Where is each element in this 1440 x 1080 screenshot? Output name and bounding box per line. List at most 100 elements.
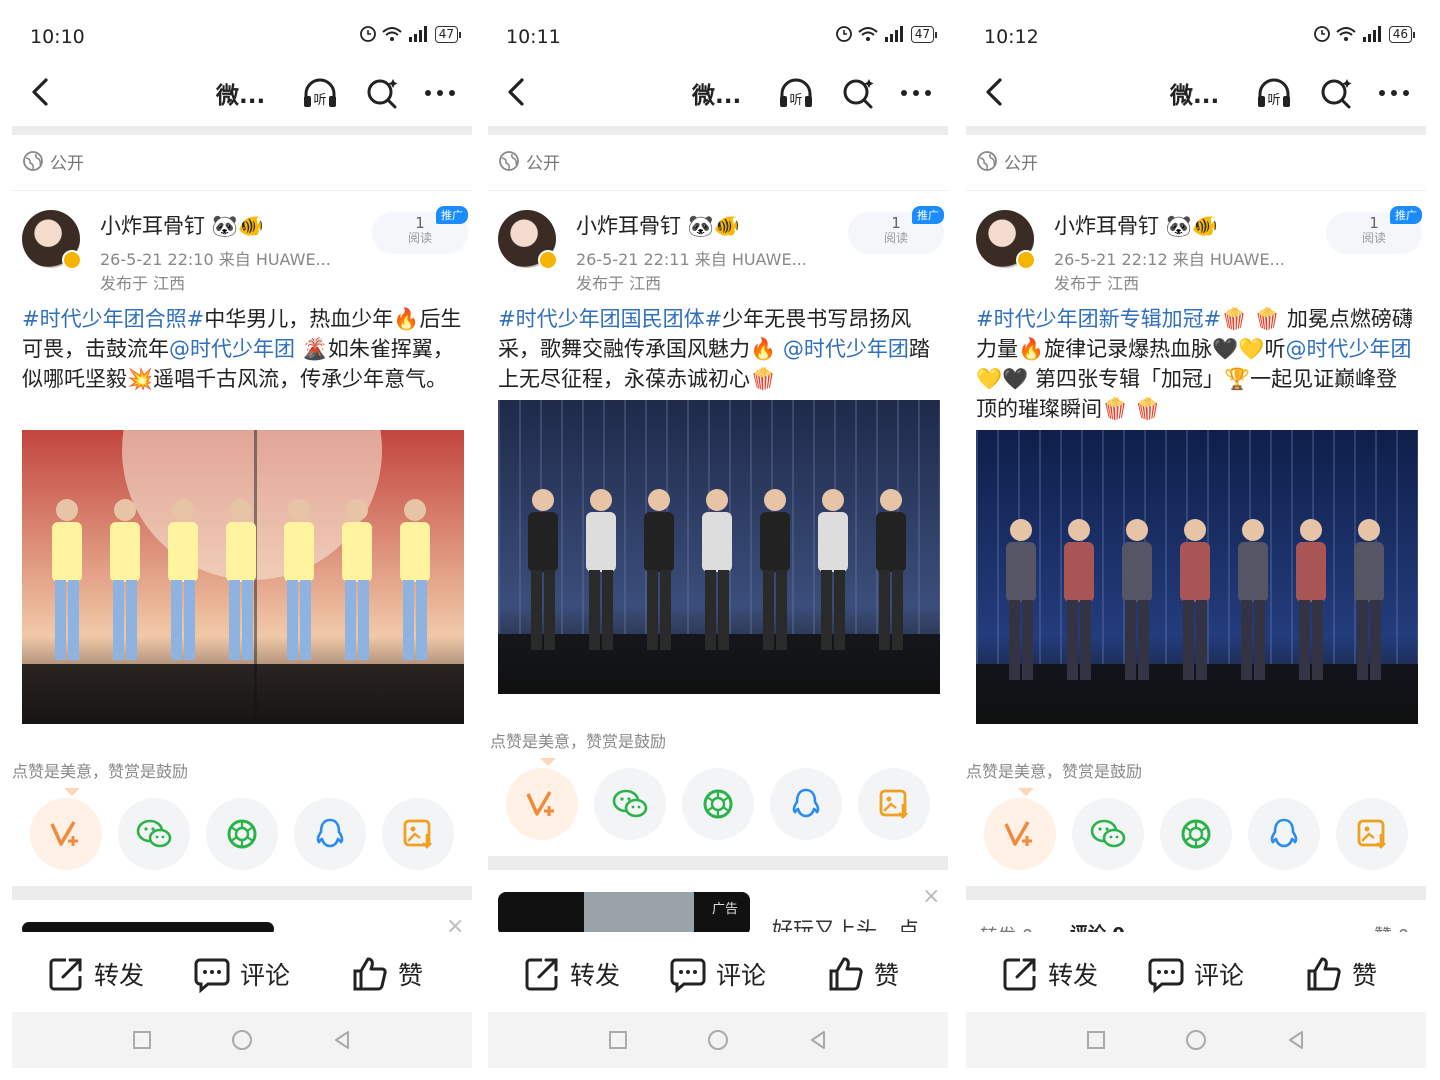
reward-button[interactable] xyxy=(506,768,578,840)
promo-badge[interactable]: 推广 xyxy=(1390,206,1422,224)
stage-photo-image xyxy=(976,430,1418,724)
back-nav-icon[interactable] xyxy=(806,1028,830,1052)
like-icon xyxy=(1304,954,1344,994)
more-icon[interactable] xyxy=(896,74,936,112)
verified-badge-icon xyxy=(538,250,558,270)
wifi-icon xyxy=(381,25,403,43)
signal-icon xyxy=(407,25,431,43)
ad-thumbnail[interactable]: 广告 xyxy=(498,892,750,936)
author-header: 小炸耳骨钉 🐼🐠 26-5-21 22:12 来自 HUAWE... 发布于 江… xyxy=(976,204,1422,294)
like-button[interactable]: 赞 xyxy=(826,952,899,996)
save-image-button[interactable] xyxy=(1336,798,1408,870)
reward-button[interactable] xyxy=(30,798,102,870)
search-icon[interactable] xyxy=(838,74,878,112)
author-name[interactable]: 小炸耳骨钉 🐼🐠 xyxy=(1054,210,1218,240)
back-nav-icon[interactable] xyxy=(1284,1028,1308,1052)
home-icon[interactable] xyxy=(1184,1028,1208,1052)
visibility-label: 公开 xyxy=(976,148,1038,174)
screen-panel-2: 10:11 47 微... 公开 小炸耳骨钉 🐼🐠 26-5-21 22:11 … xyxy=(488,0,948,1080)
promo-badge[interactable]: 推广 xyxy=(912,206,944,224)
promo-badge[interactable]: 推广 xyxy=(436,206,468,224)
like-button[interactable]: 赞 xyxy=(1304,952,1377,996)
topic-link[interactable]: #时代少年团新专辑加冠# xyxy=(976,307,1221,331)
mention-link[interactable]: @时代少年团 xyxy=(783,337,909,361)
more-icon[interactable] xyxy=(420,74,460,112)
repost-icon xyxy=(1000,954,1040,994)
search-icon[interactable] xyxy=(362,74,402,112)
home-icon[interactable] xyxy=(706,1028,730,1052)
post-text: #时代少年团合照#中华男儿，热血少年🔥后生可畏，击鼓流年@时代少年团 🌋如朱雀挥… xyxy=(22,307,462,391)
post-location: 发布于 江西 xyxy=(100,274,186,293)
panda-emoji-icon: 🐼🐠 xyxy=(211,214,264,238)
divider xyxy=(966,190,1426,191)
recent-apps-icon[interactable] xyxy=(130,1028,154,1052)
share-moments-button[interactable] xyxy=(206,798,278,870)
comment-button[interactable]: 评论 xyxy=(1146,952,1244,996)
mention-link[interactable]: @时代少年团 xyxy=(1285,337,1411,361)
share-qq-button[interactable] xyxy=(770,768,842,840)
share-qq-button[interactable] xyxy=(1248,798,1320,870)
share-actions xyxy=(30,798,460,870)
battery-icon: 47 xyxy=(910,25,938,43)
listen-icon[interactable] xyxy=(776,74,816,112)
post-photo[interactable] xyxy=(976,430,1418,724)
system-nav-bar xyxy=(966,1012,1426,1068)
avatar[interactable] xyxy=(976,210,1036,270)
back-icon[interactable] xyxy=(498,72,534,112)
share-wechat-button[interactable] xyxy=(594,768,666,840)
listen-icon[interactable] xyxy=(1254,74,1294,112)
visibility-label: 公开 xyxy=(498,148,560,174)
save-image-button[interactable] xyxy=(858,768,930,840)
post-meta: 26-5-21 22:12 来自 HUAWE... xyxy=(1054,250,1285,269)
status-time: 10:10 xyxy=(30,26,85,48)
status-bar: 10:12 46 xyxy=(966,22,1426,52)
repost-button[interactable]: 转发 xyxy=(522,952,620,996)
post-photo[interactable] xyxy=(498,400,940,694)
home-icon[interactable] xyxy=(230,1028,254,1052)
topic-link[interactable]: #时代少年团国民团体# xyxy=(498,307,722,331)
search-icon[interactable] xyxy=(1316,74,1356,112)
like-button[interactable]: 赞 xyxy=(350,952,423,996)
avatar[interactable] xyxy=(22,210,82,270)
repost-button[interactable]: 转发 xyxy=(1000,952,1098,996)
back-nav-icon[interactable] xyxy=(330,1028,354,1052)
comment-button[interactable]: 评论 xyxy=(192,952,290,996)
alarm-icon xyxy=(1313,25,1331,43)
recent-apps-icon[interactable] xyxy=(606,1028,630,1052)
listen-icon[interactable] xyxy=(300,74,340,112)
back-icon[interactable] xyxy=(976,72,1012,112)
comment-button[interactable]: 评论 xyxy=(668,952,766,996)
share-moments-button[interactable] xyxy=(1160,798,1232,870)
panda-emoji-icon: 🐼🐠 xyxy=(687,214,740,238)
status-time: 10:12 xyxy=(984,26,1039,48)
save-image-button[interactable] xyxy=(382,798,454,870)
author-name[interactable]: 小炸耳骨钉 🐼🐠 xyxy=(100,210,264,240)
post-photo[interactable] xyxy=(22,430,464,724)
moments-icon xyxy=(224,816,260,852)
like-icon xyxy=(826,954,866,994)
globe-icon xyxy=(976,150,998,172)
comment-icon xyxy=(668,954,708,994)
share-wechat-button[interactable] xyxy=(118,798,190,870)
status-bar: 10:11 47 xyxy=(488,22,948,52)
repost-button[interactable]: 转发 xyxy=(46,952,144,996)
panda-emoji-icon: 🐼🐠 xyxy=(1165,214,1218,238)
avatar[interactable] xyxy=(498,210,558,270)
divider xyxy=(488,856,948,870)
back-icon[interactable] xyxy=(22,72,58,112)
share-wechat-button[interactable] xyxy=(1072,798,1144,870)
post-meta: 26-5-21 22:11 来自 HUAWE... xyxy=(576,250,807,269)
recent-apps-icon[interactable] xyxy=(1084,1028,1108,1052)
repost-icon xyxy=(522,954,562,994)
divider xyxy=(488,126,948,135)
post-text: #时代少年团国民团体#少年无畏书写昂扬风采，歌舞交融传承国风魅力🔥 @时代少年团… xyxy=(498,307,930,391)
more-icon[interactable] xyxy=(1374,74,1414,112)
close-icon[interactable]: × xyxy=(922,884,940,909)
reward-button[interactable] xyxy=(984,798,1056,870)
author-name[interactable]: 小炸耳骨钉 🐼🐠 xyxy=(576,210,740,240)
share-moments-button[interactable] xyxy=(682,768,754,840)
mention-link[interactable]: @时代少年团 xyxy=(169,337,295,361)
share-qq-button[interactable] xyxy=(294,798,366,870)
v-plus-icon xyxy=(524,786,560,822)
topic-link[interactable]: #时代少年团合照# xyxy=(22,307,204,331)
